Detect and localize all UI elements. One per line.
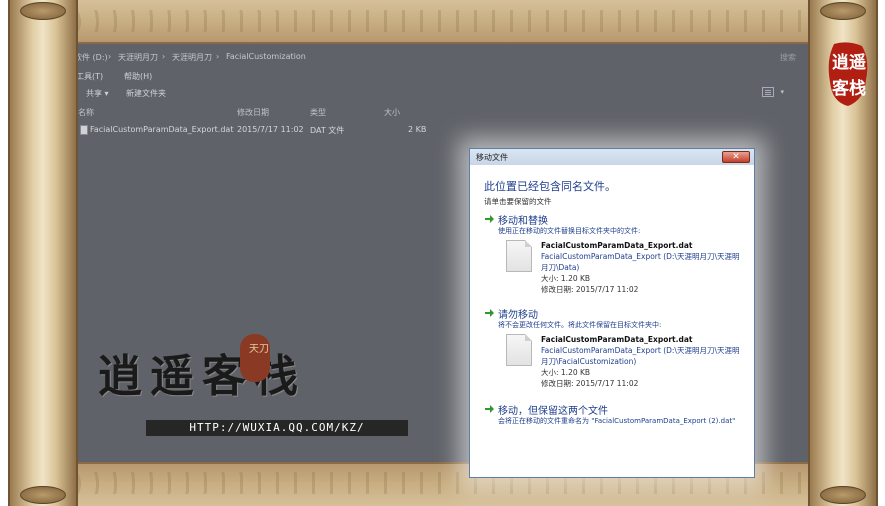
column-name[interactable]: 名称	[78, 107, 94, 118]
stamp-logo: 逍遥 客栈	[826, 40, 870, 108]
file-modified: 修改日期: 2015/7/17 11:02	[541, 379, 639, 388]
file-path: FacialCustomParamData_Export (D:\天涯明月刀\天…	[541, 346, 740, 366]
file-info: FacialCustomParamData_Export.dat FacialC…	[541, 334, 741, 389]
search-input[interactable]: 搜索	[780, 52, 796, 63]
column-size[interactable]: 大小	[384, 107, 400, 118]
option-move-replace[interactable]: 移动和替换 使用正在移动的文件替换目标文件夹中的文件: FacialCustom…	[484, 212, 746, 296]
file-icon	[506, 334, 532, 366]
file-size: 大小: 1.20 KB	[541, 368, 591, 377]
menu-tools[interactable]: 工具(T)	[76, 71, 103, 82]
seal-char: 天刀	[249, 344, 269, 355]
address-segment[interactable]: FacialCustomization	[226, 52, 306, 61]
stamp-glyph: 逍遥	[832, 53, 866, 73]
stamp-glyph: 客栈	[832, 79, 866, 99]
toolbar: 共享 ▾ 新建文件夹 ▾	[74, 84, 810, 102]
file-size: 大小: 1.20 KB	[541, 274, 591, 283]
arrow-right-icon	[485, 405, 494, 413]
option-title: 移动，但保留这两个文件	[498, 406, 608, 417]
dialog-subheading: 请单击要保留的文件	[484, 197, 552, 206]
view-options-icon[interactable]	[762, 87, 774, 97]
arrow-right-icon	[485, 309, 494, 317]
column-modified[interactable]: 修改日期	[237, 107, 269, 118]
option-desc: 会将正在移动的文件重命名为 "FacialCustomParamData_Exp…	[498, 417, 736, 425]
chevron-right-icon: ›	[216, 52, 220, 61]
file-modified: 2015/7/17 11:02	[237, 125, 304, 134]
file-icon	[506, 240, 532, 272]
watermark: 逍遥客栈 天刀 HTTP://WUXIA.QQ.COM/KZ/	[96, 330, 408, 440]
address-segment[interactable]: 天涯明月刀	[172, 52, 212, 63]
option-desc: 将不会更改任何文件。将此文件保留在目标文件夹中:	[498, 321, 662, 329]
option-title: 请勿移动	[498, 310, 538, 321]
option-dont-move[interactable]: 请勿移动 将不会更改任何文件。将此文件保留在目标文件夹中: FacialCust…	[484, 306, 746, 390]
address-bar[interactable]: 软件 (D:) › 天涯明月刀 › 天涯明月刀 › FacialCustomiz…	[74, 48, 810, 66]
dialog-body: 此位置已经包含同名文件。 请单击要保留的文件 移动和替换 使用正在移动的文件替换…	[470, 166, 754, 477]
address-segment[interactable]: 软件 (D:)	[74, 52, 108, 63]
address-segment[interactable]: 天涯明月刀	[118, 52, 158, 63]
file-name: FacialCustomParamData_Export.dat	[541, 241, 693, 250]
roller-cap	[20, 2, 66, 20]
file-path: FacialCustomParamData_Export (D:\天涯明月刀\天…	[541, 252, 740, 272]
roller-cap	[20, 486, 66, 504]
menu-help[interactable]: 帮助(H)	[124, 71, 152, 82]
file-row[interactable]: FacialCustomParamData_Export.dat 2015/7/…	[74, 122, 474, 138]
dialog-title: 移动文件	[470, 149, 754, 165]
column-headers: 名称 修改日期 类型 大小	[74, 104, 474, 120]
close-button[interactable]: ✕	[722, 151, 750, 163]
option-desc: 使用正在移动的文件替换目标文件夹中的文件:	[498, 227, 641, 235]
chevron-right-icon: ›	[108, 52, 112, 61]
file-name: FacialCustomParamData_Export.dat	[541, 335, 693, 344]
arrow-right-icon	[485, 215, 494, 223]
column-type[interactable]: 类型	[310, 107, 326, 118]
watermark-name: 逍遥客栈	[98, 351, 306, 402]
scroll-roller-left	[8, 0, 78, 506]
file-name: FacialCustomParamData_Export.dat	[90, 125, 234, 134]
share-button[interactable]: 共享 ▾	[86, 88, 109, 99]
option-keep-both[interactable]: 移动，但保留这两个文件 会将正在移动的文件重命名为 "FacialCustomP…	[484, 402, 746, 442]
file-size: 2 KB	[408, 125, 427, 134]
watermark-url: HTTP://WUXIA.QQ.COM/KZ/	[146, 420, 408, 436]
file-icon	[80, 125, 88, 135]
roller-cap	[820, 2, 866, 20]
chevron-right-icon: ›	[162, 52, 166, 61]
watermark-seal: 天刀	[240, 334, 270, 382]
option-title: 移动和替换	[498, 216, 548, 227]
move-file-dialog: 移动文件 ✕ 此位置已经包含同名文件。 请单击要保留的文件 移动和替换 使用正在…	[469, 148, 755, 478]
new-folder-button[interactable]: 新建文件夹	[126, 88, 166, 99]
parchment-top	[40, 0, 840, 44]
menu-bar: 工具(T) 帮助(H)	[74, 68, 810, 84]
file-type: DAT 文件	[310, 126, 345, 135]
roller-cap	[820, 486, 866, 504]
file-modified: 修改日期: 2015/7/17 11:02	[541, 285, 639, 294]
chevron-down-icon[interactable]: ▾	[780, 88, 784, 96]
file-info: FacialCustomParamData_Export.dat FacialC…	[541, 240, 741, 295]
dialog-heading: 此位置已经包含同名文件。	[484, 180, 616, 193]
